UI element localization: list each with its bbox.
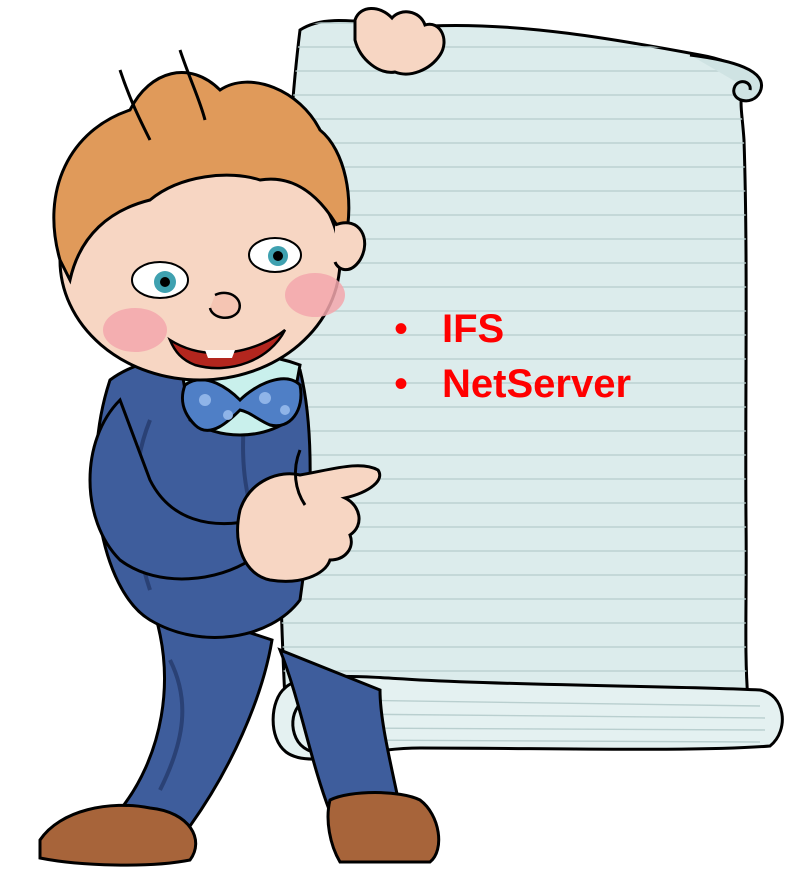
bullet-list: • IFS • NetServer xyxy=(390,302,631,412)
bullet-dot-icon: • xyxy=(394,307,409,351)
boy-shoe-right xyxy=(326,791,441,864)
boy-shoe-left xyxy=(38,803,198,867)
bullet-text: IFS xyxy=(442,307,505,351)
clipart-scene xyxy=(38,7,784,867)
bullet-dot-icon: • xyxy=(394,362,409,406)
bullet-item-ifs: • IFS xyxy=(390,302,631,357)
bullet-text: NetServer xyxy=(442,362,632,406)
boy-hand-top xyxy=(353,7,446,76)
boy-nose xyxy=(208,291,241,320)
bullet-item-netserver: • NetServer xyxy=(390,357,631,412)
